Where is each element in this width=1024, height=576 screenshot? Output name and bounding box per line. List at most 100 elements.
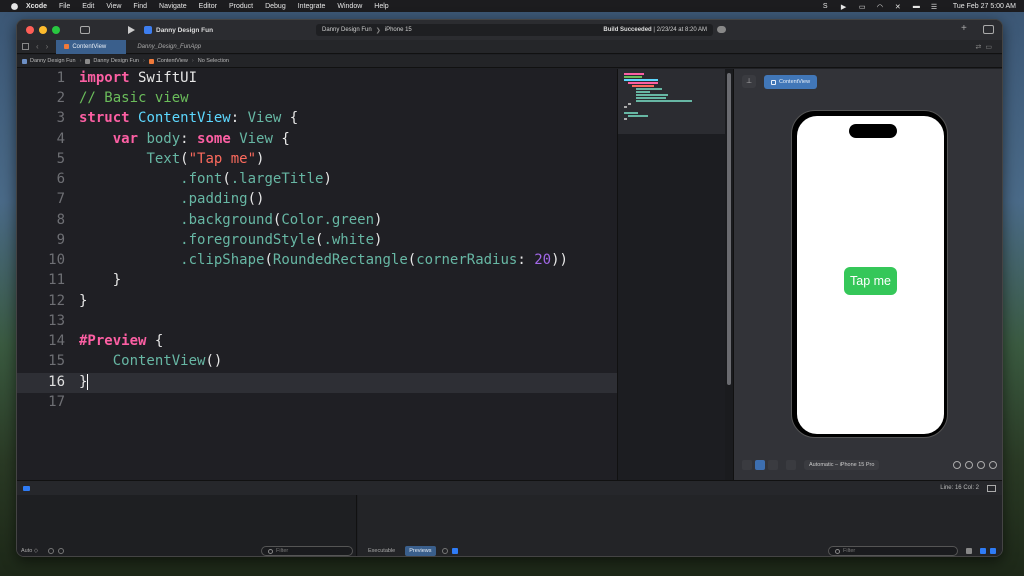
menu-product[interactable]: Product xyxy=(229,3,253,10)
add-tab-icon[interactable]: + xyxy=(961,23,967,34)
breadcrumb-item[interactable]: ContentView xyxy=(157,58,188,64)
project-name: Danny Design Fun xyxy=(156,26,214,34)
project-icon xyxy=(144,26,152,34)
code-line[interactable]: import SwiftUI xyxy=(79,70,197,86)
breadcrumb-item[interactable]: No Selection xyxy=(198,58,229,64)
code-line-current[interactable]: } xyxy=(79,374,89,390)
related-items-icon[interactable] xyxy=(22,43,29,50)
code-line[interactable]: // Basic view xyxy=(79,90,189,106)
menu-file[interactable]: File xyxy=(59,3,70,10)
device-selector[interactable]: iPhone 15 xyxy=(385,27,412,33)
menu-integrate[interactable]: Integrate xyxy=(298,3,326,10)
executable-tab[interactable]: Executable xyxy=(364,546,399,556)
variables-filter[interactable]: Filter xyxy=(261,546,353,556)
preview-device-selector[interactable]: Automatic – iPhone 15 Pro xyxy=(804,460,880,470)
screen-status-icon[interactable]: ▭ xyxy=(859,3,868,11)
device-settings-icon[interactable] xyxy=(786,460,796,470)
minimap-line xyxy=(636,88,662,90)
control-center-icon[interactable]: ☰ xyxy=(931,3,940,11)
pin-icon[interactable]: ⊥ xyxy=(742,75,756,88)
scrollbar-thumb[interactable] xyxy=(727,73,731,385)
auto-selector[interactable]: Auto ◇ xyxy=(21,548,38,554)
menu-app-name[interactable]: Xcode xyxy=(26,3,47,10)
menu-edit[interactable]: Edit xyxy=(82,3,94,10)
code-line[interactable]: } xyxy=(79,272,121,288)
menu-window[interactable]: Window xyxy=(337,3,362,10)
inspector-toggle-icon[interactable] xyxy=(983,25,994,34)
eye-icon[interactable] xyxy=(48,548,55,554)
code-line[interactable]: .font(.largeTitle) xyxy=(79,171,332,187)
code-line[interactable]: } xyxy=(79,293,87,309)
forward-arrow-icon[interactable]: › xyxy=(46,42,49,51)
panel-toggle-icon[interactable] xyxy=(987,484,996,492)
variants-icon[interactable] xyxy=(768,460,778,470)
scheme-selector[interactable]: Danny Design Fun xyxy=(322,27,372,33)
trash-icon[interactable] xyxy=(966,548,972,554)
tab-app[interactable]: Danny_Design_FunApp xyxy=(126,40,206,54)
minimap-line xyxy=(624,118,627,120)
run-button[interactable] xyxy=(128,26,135,34)
zoom-fit-icon[interactable] xyxy=(977,461,985,469)
console-filter[interactable]: Filter xyxy=(828,546,958,556)
minimap-line xyxy=(624,106,627,108)
menu-help[interactable]: Help xyxy=(374,3,388,10)
play-status-icon[interactable]: ▶ xyxy=(841,3,850,11)
close-window-button[interactable] xyxy=(26,26,34,34)
wifi-icon[interactable]: ◠ xyxy=(877,3,886,11)
previews-tab[interactable]: Previews xyxy=(405,546,436,556)
line-number: 14 xyxy=(48,333,65,349)
cloud-icon[interactable] xyxy=(717,26,726,33)
battery-icon[interactable]: ▬ xyxy=(913,3,922,10)
selectable-mode-icon[interactable] xyxy=(755,460,765,470)
code-line[interactable]: #Preview { xyxy=(79,333,163,349)
editor-options-icon[interactable]: ⇄▭ xyxy=(976,43,996,51)
zoom-100-icon[interactable] xyxy=(965,461,973,469)
filter-options-icon[interactable] xyxy=(451,548,458,554)
code-line[interactable]: var body: some View { xyxy=(79,131,290,147)
line-number: 15 xyxy=(48,353,65,369)
eye-icon[interactable] xyxy=(441,548,448,554)
code-line[interactable]: struct ContentView: View { xyxy=(79,110,298,126)
menu-clock[interactable]: Tue Feb 27 5:00 AM xyxy=(953,3,1016,10)
menu-view[interactable]: View xyxy=(106,3,121,10)
code-line[interactable]: .background(Color.green) xyxy=(79,212,382,228)
minimize-window-button[interactable] xyxy=(39,26,47,34)
console-view[interactable]: Executable Previews Filter xyxy=(358,495,1002,556)
code-editor[interactable]: 1 2 3 4 5 6 7 8 9 10 11 12 13 14 15 16 1… xyxy=(17,69,617,480)
editor-scrollbar[interactable] xyxy=(725,69,733,480)
toolbar: Danny Design Fun Danny Design Fun ❯ iPho… xyxy=(17,20,1002,40)
breadcrumb-item[interactable]: Danny Design Fun xyxy=(93,58,139,64)
apple-icon[interactable] xyxy=(11,2,18,10)
back-arrow-icon[interactable]: ‹ xyxy=(36,42,39,51)
code-line[interactable]: .clipShape(RoundedRectangle(cornerRadius… xyxy=(79,252,568,268)
preview-tab[interactable]: ContentView xyxy=(764,75,817,89)
line-number-current: 16 xyxy=(48,374,65,390)
variables-view[interactable]: Auto ◇ Filter xyxy=(17,495,357,556)
s-status-icon[interactable]: S xyxy=(823,3,832,10)
zoom-out-icon[interactable] xyxy=(953,461,961,469)
code-line[interactable]: .foregroundStyle(.white) xyxy=(79,232,382,248)
split-right-icon[interactable] xyxy=(990,548,996,554)
menu-navigate[interactable]: Navigate xyxy=(159,3,187,10)
close-status-icon[interactable]: ✕ xyxy=(895,3,904,11)
tab-contentview[interactable]: ContentView xyxy=(56,39,127,54)
breadcrumb-item[interactable]: Danny Design Fun xyxy=(30,58,76,64)
code-line[interactable]: Text("Tap me") xyxy=(79,151,264,167)
live-preview-icon[interactable] xyxy=(742,460,752,470)
info-icon[interactable] xyxy=(58,548,65,554)
menu-find[interactable]: Find xyxy=(133,3,147,10)
menu-editor[interactable]: Editor xyxy=(199,3,217,10)
variables-footer: Auto ◇ Filter xyxy=(21,544,357,556)
line-number: 7 xyxy=(56,191,65,207)
minimap[interactable] xyxy=(617,69,726,480)
split-left-icon[interactable] xyxy=(980,548,986,554)
debug-area-toggle-icon[interactable] xyxy=(23,485,30,491)
tap-me-button[interactable]: Tap me xyxy=(844,267,897,295)
code-line[interactable]: ContentView() xyxy=(79,353,223,369)
code-line[interactable]: .padding() xyxy=(79,191,264,207)
zoom-in-icon[interactable] xyxy=(989,461,997,469)
scheme-status-bar[interactable]: Danny Design Fun ❯ iPhone 15 Build Succe… xyxy=(316,24,713,36)
zoom-window-button[interactable] xyxy=(52,26,60,34)
navigator-toggle-icon[interactable] xyxy=(80,26,90,34)
menu-debug[interactable]: Debug xyxy=(265,3,286,10)
